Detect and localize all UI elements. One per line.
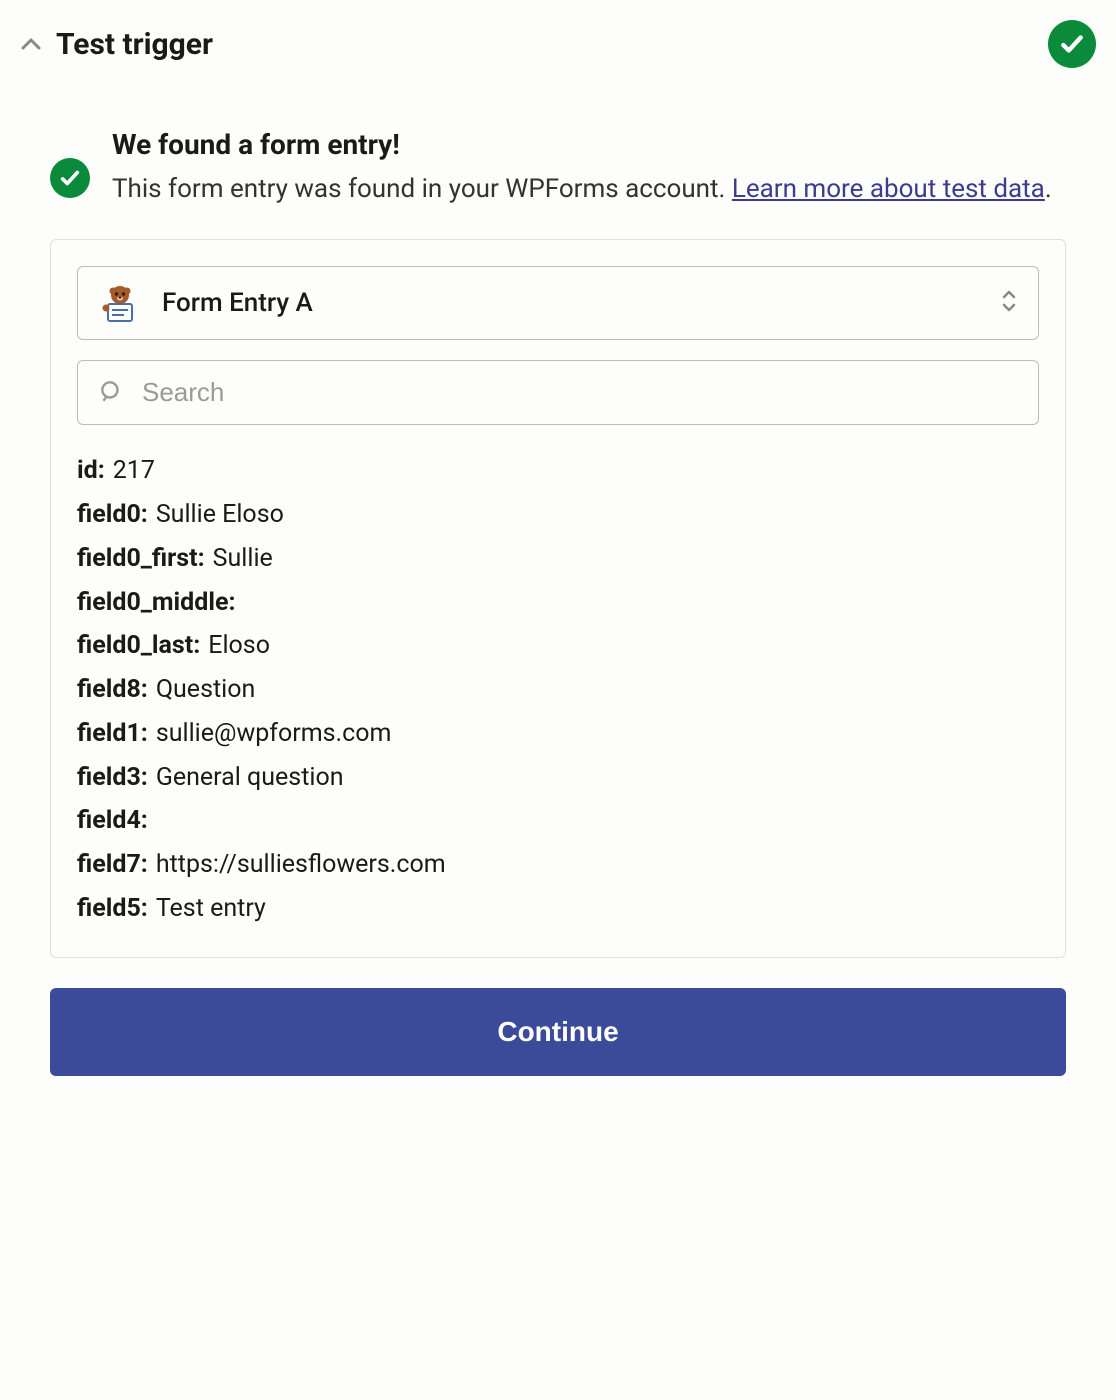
field-key: field8: — [77, 668, 148, 712]
updown-icon — [1000, 288, 1018, 318]
field-row: field3:General question — [77, 756, 1039, 800]
field-row: field0_middle: — [77, 581, 1039, 625]
found-heading: We found a form entry! — [112, 128, 1052, 161]
search-box[interactable] — [77, 360, 1039, 425]
field-row: field1:sullie@wpforms.com — [77, 712, 1039, 756]
search-input[interactable] — [142, 377, 1018, 408]
fields-list: id:217field0:Sullie Elosofield0_first:Su… — [77, 449, 1039, 930]
field-key: field0: — [77, 493, 148, 537]
field-key: field0_middle: — [77, 581, 235, 625]
found-text: We found a form entry! This form entry w… — [112, 128, 1052, 209]
status-success-badge — [1048, 20, 1096, 68]
field-value: sullie@wpforms.com — [156, 712, 392, 756]
field-key: field3: — [77, 756, 148, 800]
chevron-up-icon[interactable] — [20, 33, 42, 55]
field-value: Test entry — [156, 887, 266, 931]
check-icon — [50, 158, 90, 198]
field-value: https://sulliesflowers.com — [156, 843, 446, 887]
header-left[interactable]: Test trigger — [20, 27, 213, 62]
field-key: field4: — [77, 799, 148, 843]
field-row: field0_last:Eloso — [77, 624, 1039, 668]
field-row: id: 217 — [77, 449, 1039, 493]
field-value: General question — [156, 756, 344, 800]
found-body: This form entry was found in your WPForm… — [112, 169, 1052, 209]
entry-card: Form Entry A id:217field0:Sullie Elosofi… — [50, 239, 1066, 957]
field-value: Question — [156, 668, 255, 712]
field-key: field0_first: — [77, 537, 205, 581]
field-key: id: — [77, 449, 105, 493]
found-message: We found a form entry! This form entry w… — [20, 108, 1096, 239]
field-row: field0_first:Sullie — [77, 537, 1039, 581]
field-key: field7: — [77, 843, 148, 887]
field-value: Sullie Eloso — [156, 493, 284, 537]
field-value: 217 — [113, 449, 155, 493]
field-value: Sullie — [213, 537, 273, 581]
field-key: field5: — [77, 887, 148, 931]
field-row: field8:Question — [77, 668, 1039, 712]
field-value: Eloso — [208, 624, 270, 668]
found-body-prefix: This form entry was found in your WPForm… — [112, 174, 732, 204]
field-row: field4: — [77, 799, 1039, 843]
entry-select-label: Form Entry A — [162, 288, 980, 318]
field-row: field7:https://sulliesflowers.com — [77, 843, 1039, 887]
search-icon — [98, 378, 124, 408]
entry-select[interactable]: Form Entry A — [77, 266, 1039, 340]
continue-button[interactable]: Continue — [50, 988, 1066, 1076]
field-key: field1: — [77, 712, 148, 756]
learn-more-link[interactable]: Learn more about test data — [732, 174, 1045, 204]
section-header: Test trigger — [20, 20, 1096, 68]
field-row: field5:Test entry — [77, 887, 1039, 931]
field-row: field0:Sullie Eloso — [77, 493, 1039, 537]
section-title: Test trigger — [56, 27, 213, 62]
field-key: field0_last: — [77, 624, 200, 668]
wpforms-icon — [98, 281, 142, 325]
found-body-suffix: . — [1045, 174, 1052, 204]
